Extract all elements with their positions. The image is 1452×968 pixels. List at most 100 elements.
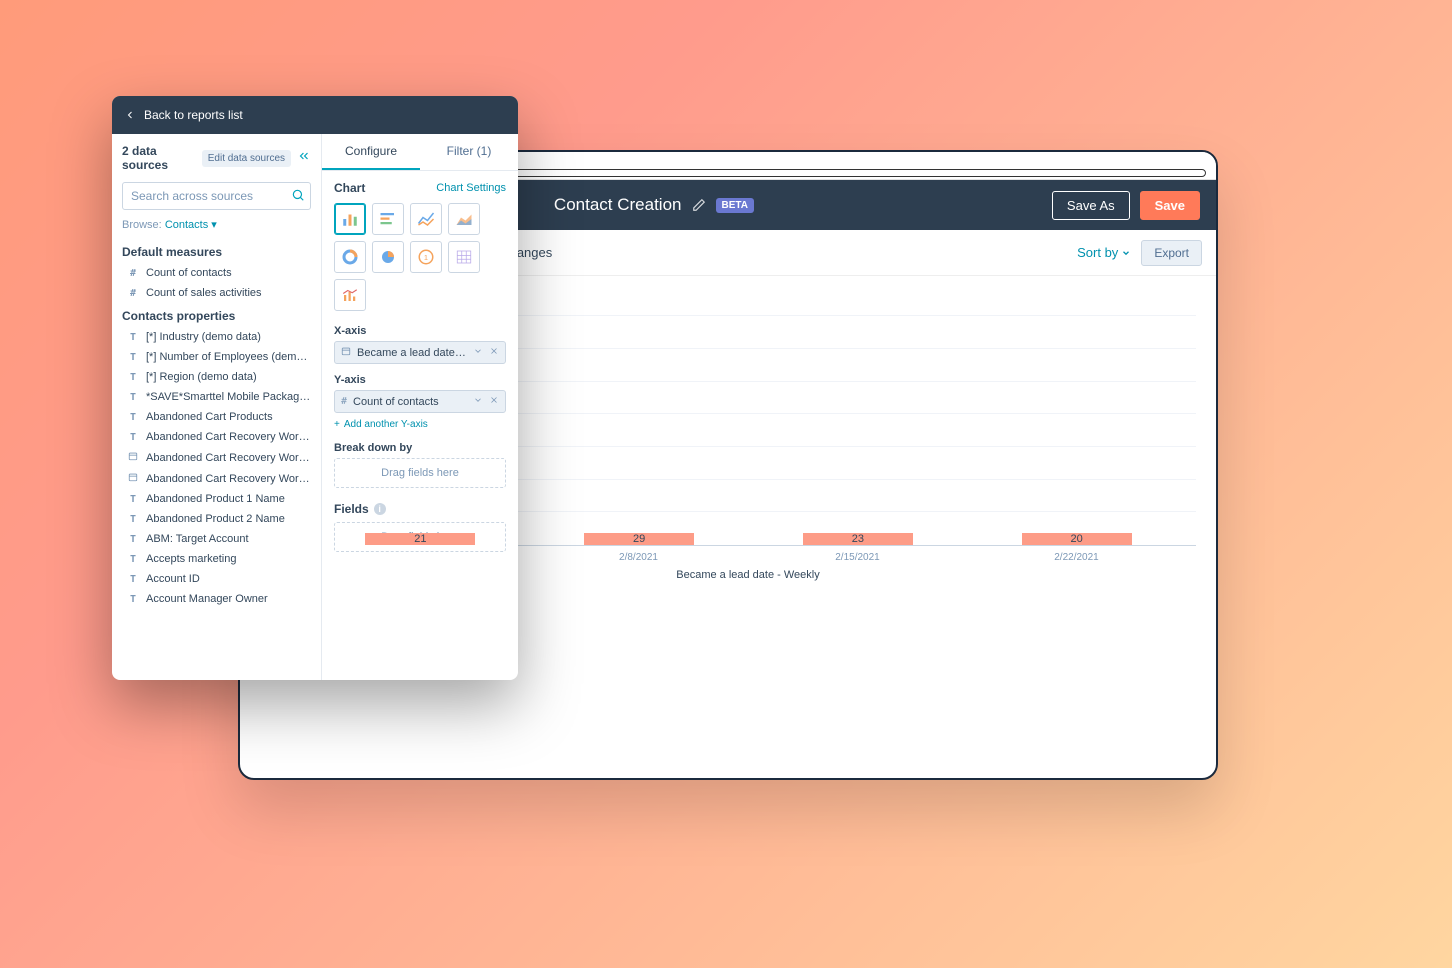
number-icon: # [341, 396, 347, 407]
calendar-icon [341, 346, 351, 359]
bar[interactable]: 29 [584, 533, 694, 545]
measure-item[interactable]: # Count of sales activities [112, 283, 321, 303]
chevron-down-icon[interactable] [473, 346, 483, 359]
text-type-icon: T [128, 412, 138, 423]
date-type-icon [128, 472, 138, 485]
property-item[interactable]: TAbandoned Product 1 Name [112, 489, 321, 509]
export-button[interactable]: Export [1141, 240, 1202, 266]
field-label: Account ID [146, 573, 200, 585]
bar[interactable]: 21 [365, 533, 475, 545]
report-title: Contact Creation [554, 195, 682, 215]
data-sources-column: 2 data sources Edit data sources Browse:… [112, 134, 322, 680]
chart-type-bar-icon[interactable] [334, 203, 366, 235]
property-item[interactable]: T Abandoned Cart Recovery Workflow Con... [112, 427, 321, 447]
measure-item[interactable]: #Count of contacts [112, 263, 321, 283]
chart-type-area-icon[interactable] [448, 203, 480, 235]
date-type-icon [128, 451, 138, 464]
property-item[interactable]: T[*] Number of Employees (demo data) [112, 347, 321, 367]
property-item[interactable]: TAccount Manager Owner [112, 589, 321, 609]
property-item[interactable]: T*SAVE*Smarttel Mobile Package Type [112, 387, 321, 407]
remove-y-axis-icon[interactable] [489, 395, 499, 408]
sort-by-dropdown[interactable]: Sort by [1077, 245, 1131, 260]
edit-title-icon[interactable] [692, 198, 706, 212]
collapse-panel-icon[interactable] [297, 149, 311, 168]
text-type-icon: T [128, 574, 138, 585]
browse-dropdown[interactable]: Contacts ▾ [165, 219, 217, 231]
chart-type-kpi-icon[interactable]: 1 [410, 241, 442, 273]
bar[interactable]: 23 [803, 533, 913, 545]
field-label: [*] Industry (demo data) [146, 331, 261, 343]
chart-type-pie-icon[interactable] [372, 241, 404, 273]
field-label: Count of sales activities [146, 287, 262, 299]
text-type-icon: T [128, 534, 138, 545]
chart-type-combo-icon[interactable] [334, 279, 366, 311]
bar-slot: 29 [550, 533, 729, 545]
field-label: Abandoned Cart Products [146, 411, 273, 423]
text-type-icon: T [128, 514, 138, 525]
breakdown-dropzone[interactable]: Drag fields here [334, 458, 506, 488]
number-type-icon: # [128, 288, 138, 299]
edit-data-sources-button[interactable]: Edit data sources [202, 150, 291, 167]
property-item[interactable]: TAccepts marketing [112, 549, 321, 569]
property-item[interactable]: T Abandoned Cart Products [112, 407, 321, 427]
search-icon[interactable] [291, 188, 305, 207]
info-icon[interactable]: i [374, 503, 386, 515]
tab-filter[interactable]: Filter (1) [420, 134, 518, 170]
bar-slot: 20 [987, 533, 1166, 545]
property-item[interactable]: Abandoned Cart Recovery Workflow Con... [112, 447, 321, 468]
chart-type-line-icon[interactable] [410, 203, 442, 235]
beta-badge: BETA [716, 198, 754, 213]
field-label: Abandoned Cart Recovery Workflow Con... [146, 431, 311, 443]
field-label: [*] Number of Employees (demo data) [146, 351, 311, 363]
fields-label: Fields [334, 502, 369, 516]
breakdown-label: Break down by [334, 442, 506, 454]
save-as-button[interactable]: Save As [1052, 191, 1130, 220]
chevron-down-icon[interactable] [473, 395, 483, 408]
bar-slot: 23 [769, 533, 948, 545]
property-item[interactable]: T[*] Region (demo data) [112, 367, 321, 387]
plus-icon: + [334, 419, 340, 430]
sort-by-label: Sort by [1077, 245, 1118, 260]
config-tabs: Configure Filter (1) [322, 134, 518, 171]
report-builder-panel: Back to reports list 2 data sources Edit… [112, 96, 518, 680]
property-item[interactable]: T [*] Industry (demo data) [112, 327, 321, 347]
x-axis-field-pill[interactable]: Became a lead date - Weekly [334, 341, 506, 364]
chart-settings-link[interactable]: Chart Settings [436, 182, 506, 194]
data-sources-title: 2 data sources [122, 144, 196, 172]
chart-type-hbar-icon[interactable] [372, 203, 404, 235]
properties-list[interactable]: T[*] Industry (demo data)T[*] Number of … [112, 327, 321, 680]
x-tick: 2/8/2021 [549, 546, 728, 563]
field-label: ABM: Target Account [146, 533, 249, 545]
text-type-icon: T [128, 332, 138, 343]
x-tick: 2/15/2021 [768, 546, 947, 563]
configure-column: Configure Filter (1) Chart Chart Setting… [322, 134, 518, 680]
field-label: Count of contacts [146, 267, 232, 279]
chart-type-grid: 1 [334, 203, 506, 311]
y-axis-field-pill[interactable]: # Count of contacts [334, 390, 506, 413]
chart-type-donut-icon[interactable] [334, 241, 366, 273]
search-input[interactable] [122, 182, 311, 210]
y-axis-field-value: Count of contacts [353, 396, 467, 408]
text-type-icon: T [128, 392, 138, 403]
builder-back[interactable]: Back to reports list [112, 96, 518, 134]
field-label: Abandoned Cart Recovery Workflow Start..… [146, 473, 311, 485]
field-label: Abandoned Product 2 Name [146, 513, 285, 525]
property-item[interactable]: Abandoned Cart Recovery Workflow Start..… [112, 468, 321, 489]
chart-type-table-icon[interactable] [448, 241, 480, 273]
property-item[interactable]: T ABM: Target Account [112, 529, 321, 549]
property-item[interactable]: T Abandoned Product 2 Name [112, 509, 321, 529]
text-type-icon: T [128, 494, 138, 505]
text-type-icon: T [128, 432, 138, 443]
text-type-icon: T [128, 372, 138, 383]
add-y-axis-link[interactable]: + Add another Y-axis [334, 419, 506, 430]
property-item[interactable]: T Account ID [112, 569, 321, 589]
x-axis-field-value: Became a lead date - Weekly [357, 347, 467, 359]
bar[interactable]: 20 [1022, 533, 1132, 545]
tab-configure[interactable]: Configure [322, 134, 420, 170]
back-label: Back to reports list [144, 108, 243, 122]
y-axis-label: Y-axis [334, 374, 506, 386]
svg-text:1: 1 [424, 253, 428, 262]
save-button[interactable]: Save [1140, 191, 1200, 220]
header-actions: Save As Save [1052, 191, 1200, 220]
remove-x-axis-icon[interactable] [489, 346, 499, 359]
